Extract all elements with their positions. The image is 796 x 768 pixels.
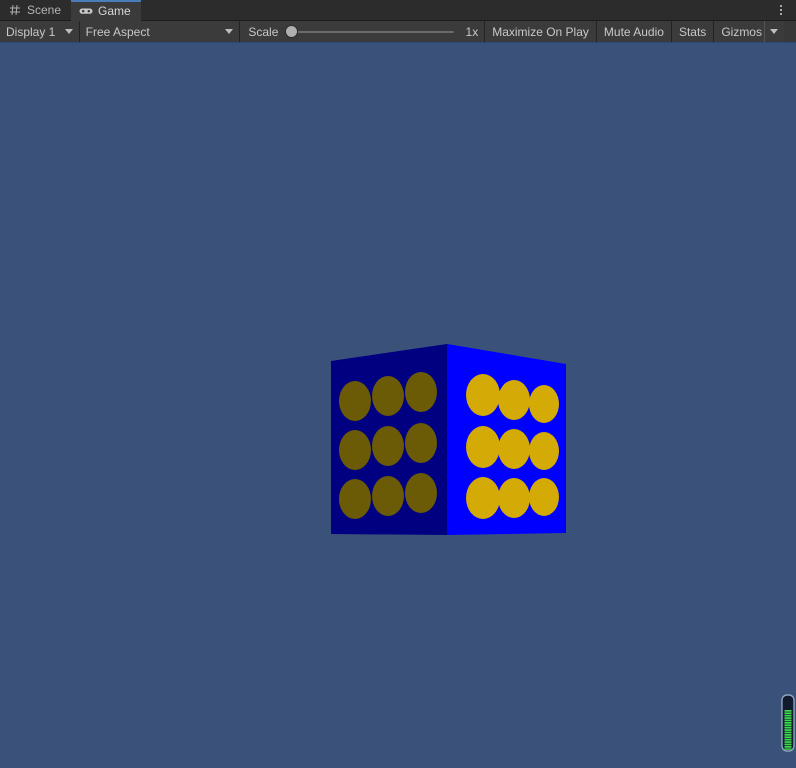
scale-value-label: 1x [465,24,479,39]
stats-button[interactable]: Stats [671,21,715,42]
meter-segment [784,748,792,750]
kebab-dot [780,5,782,7]
game-view-toolbar: Display 1 Free Aspect Scale 1x Maximize … [0,21,796,43]
rendered-scene [0,43,796,768]
dot [339,381,371,421]
display-dropdown[interactable]: Display 1 [0,21,80,42]
dot [466,426,500,468]
toolbar-spacer [783,21,796,42]
meter-segment [784,726,792,729]
meter-segment [784,710,792,712]
dot [466,477,500,519]
vertical-progress-meter[interactable] [781,694,795,752]
game-viewport[interactable] [0,43,796,768]
dot [529,432,559,470]
dot [372,426,404,466]
scale-slider-track [286,30,455,33]
panel-tab-bar: Scene Game [0,0,796,21]
meter-segment [784,729,792,731]
scale-slider-group: Scale 1x [240,21,486,42]
left-face-dot-grid [339,372,437,519]
meter-segment [784,741,792,743]
dot [498,478,530,518]
aspect-ratio-dropdown[interactable]: Free Aspect [79,21,241,42]
kebab-dot [780,9,782,11]
display-dropdown-label: Display 1 [6,24,56,39]
dot [339,430,371,470]
dot [466,374,500,416]
meter-segment [784,722,792,724]
right-face-dot-grid [466,374,559,519]
meter-segment [784,746,792,748]
scale-label: Scale [248,24,279,39]
meter-segments [784,710,792,750]
meter-segment [784,731,792,734]
mute-audio-label: Mute Audio [603,24,664,39]
grid-icon [8,3,22,17]
meter-segment [784,712,792,715]
chevron-down-icon [64,29,73,34]
meter-segment [784,734,792,736]
dot [405,372,437,412]
meter-segment [784,738,792,741]
dot [498,380,530,420]
dice-cube [331,344,566,535]
kebab-menu-icon[interactable] [770,0,792,20]
tab-scene[interactable]: Scene [0,0,72,20]
dot [405,423,437,463]
dot [405,473,437,513]
scale-slider-knob[interactable] [286,26,298,37]
aspect-ratio-label: Free Aspect [85,24,150,39]
gizmos-dropdown[interactable] [763,21,784,42]
meter-segment [784,724,792,727]
dot [529,385,559,423]
gamepad-icon [79,4,93,18]
dot [339,479,371,519]
kebab-dot [780,13,782,15]
tab-game[interactable]: Game [71,0,141,21]
dot [529,478,559,516]
chevron-down-icon [225,29,234,34]
maximize-on-play-button[interactable]: Maximize On Play [485,21,597,42]
dot [372,376,404,416]
maximize-on-play-label: Maximize On Play [492,24,589,39]
meter-segment [784,717,792,719]
chevron-down-icon [769,29,778,34]
tab-game-label: Game [98,4,131,18]
stats-label: Stats [678,24,707,39]
scale-slider[interactable] [286,26,455,38]
meter-segment [784,736,792,739]
unity-game-panel: Scene Game Display 1 Free Aspect Scale 1… [0,0,796,768]
meter-segment [784,743,792,746]
gizmos-label: Gizmos [721,24,762,39]
mute-audio-button[interactable]: Mute Audio [596,21,672,42]
tab-scene-label: Scene [27,3,62,17]
dot [498,429,530,469]
dot [372,476,404,516]
meter-segment [784,719,792,722]
meter-segment [784,714,792,717]
gizmos-button[interactable]: Gizmos [714,21,764,42]
